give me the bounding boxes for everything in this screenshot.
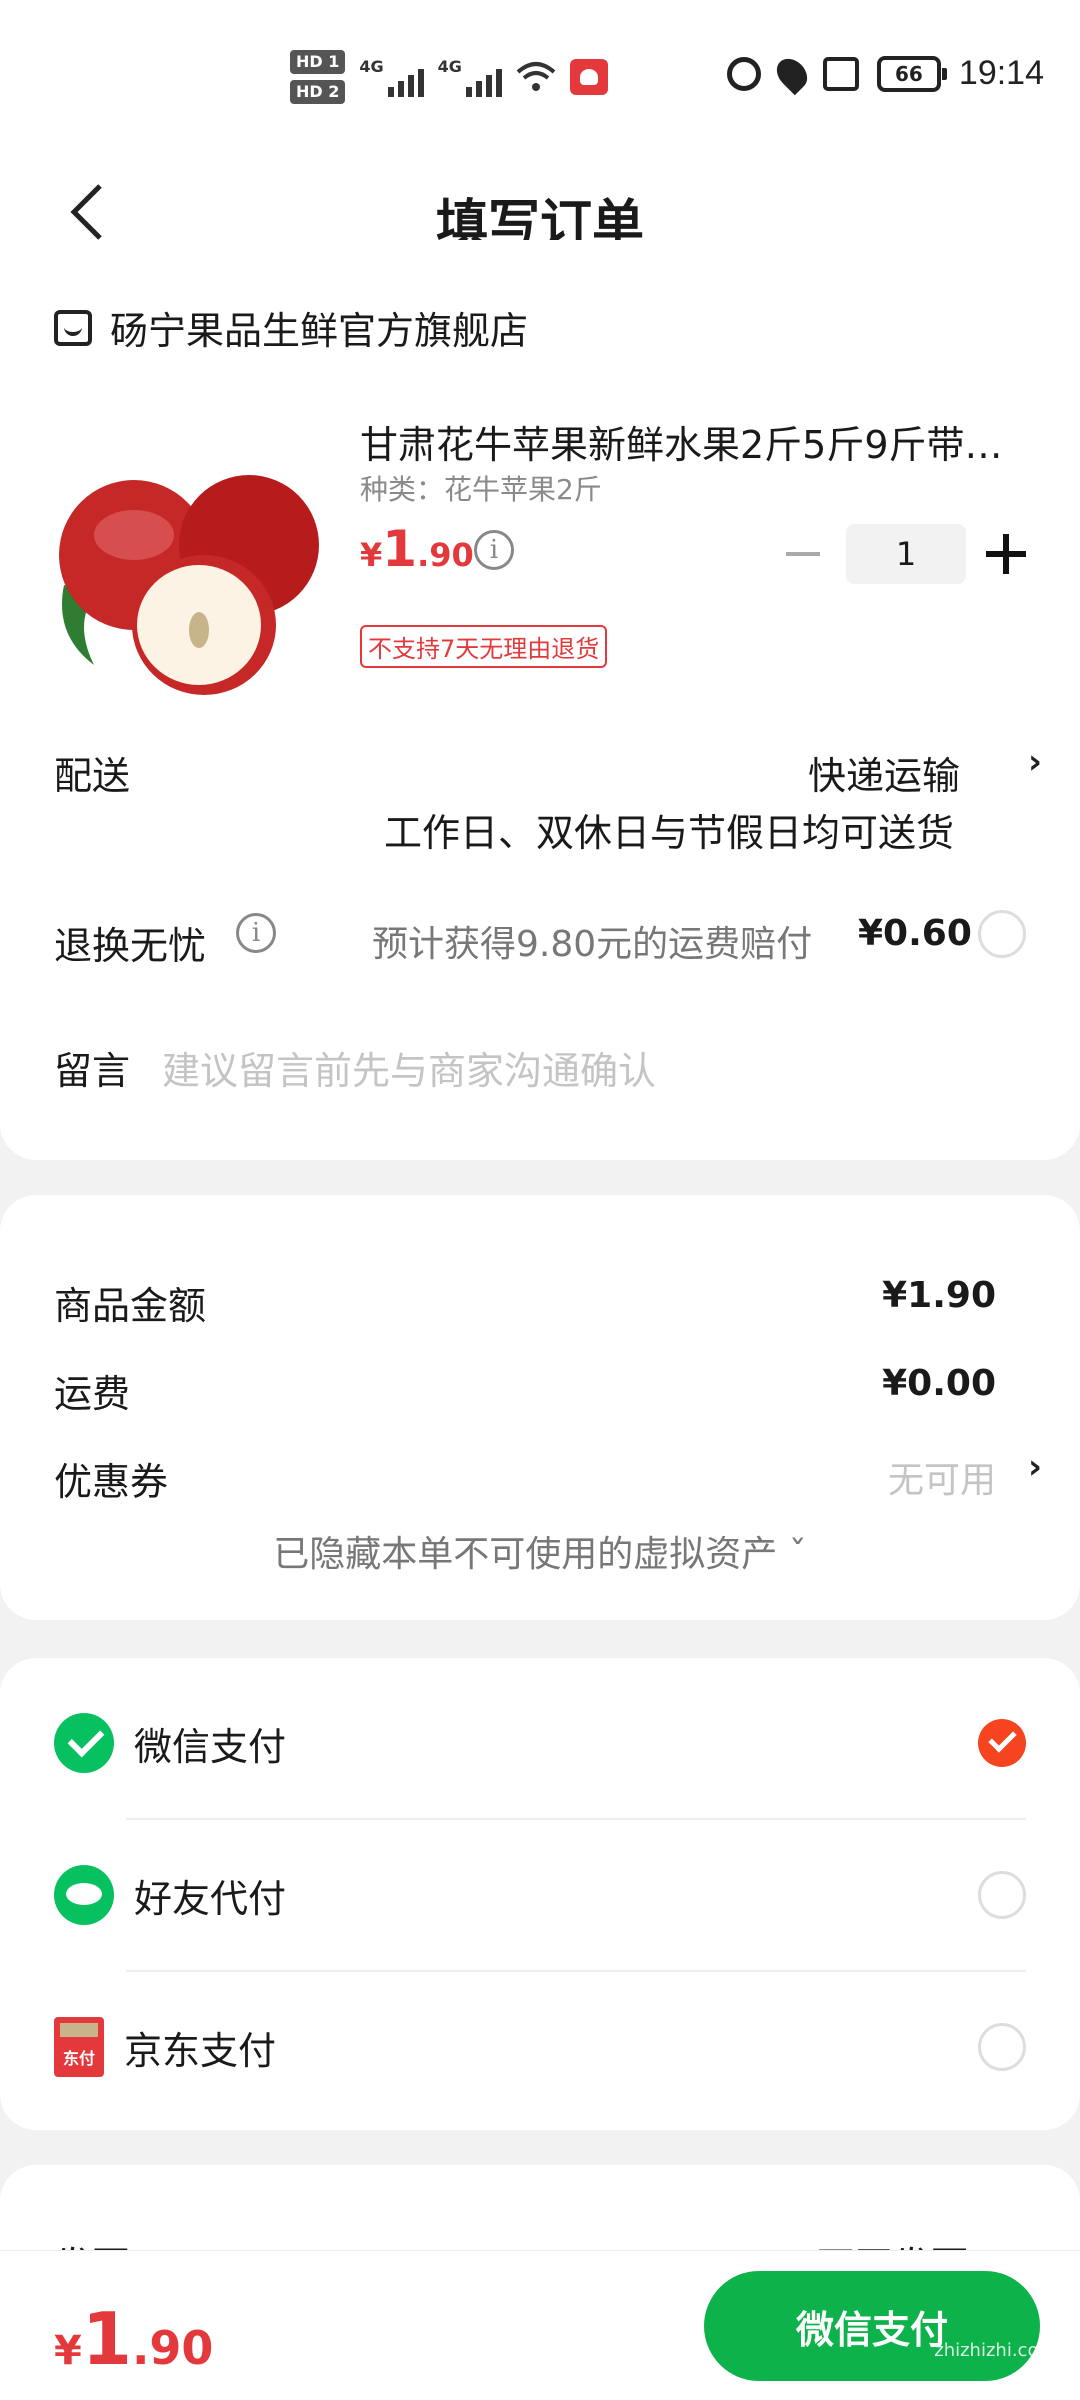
goods-amount-label: 商品金额 <box>54 1284 207 1328</box>
sim-indicators: HD 1 HD 2 <box>290 50 346 104</box>
payment-radio[interactable] <box>978 1871 1026 1919</box>
location-icon <box>770 52 814 95</box>
quantity-increase-button[interactable] <box>986 534 1026 574</box>
delivery-note: 工作日、双休日与节假日均可送货 <box>383 811 954 855</box>
shop-name: 砀宁果品生鲜官方旗舰店 <box>110 309 529 353</box>
fees-card: 商品金额 ¥1.90 运费 ¥0.00 优惠券 无可用 › 已隐藏本单不可使用的… <box>0 1195 1080 1620</box>
shipping-fee-value: ¥0.00 <box>882 1363 996 1404</box>
chevron-right-icon[interactable]: › <box>1028 742 1042 782</box>
signal-icon-2: 4G <box>438 57 502 97</box>
message-label: 留言 <box>54 1049 131 1093</box>
coupon-value[interactable]: 无可用 <box>888 1451 996 1503</box>
status-bar: HD 1 HD 2 4G 4G 66 19:14 <box>0 0 1080 160</box>
product-price: ¥ 1 .90 <box>360 520 474 578</box>
product-image[interactable] <box>54 435 324 705</box>
shop-header[interactable]: 砀宁果品生鲜官方旗舰店 <box>54 300 528 355</box>
goods-amount-value: ¥1.90 <box>882 1275 996 1316</box>
shipping-fee-label: 运费 <box>54 1372 131 1416</box>
delivery-label: 配送 <box>54 754 131 798</box>
status-left: HD 1 HD 2 4G 4G <box>290 50 608 104</box>
bottom-bar: ¥ 1 .90 微信支付 <box>0 2250 1080 2400</box>
total-price: ¥ 1 .90 <box>54 2297 214 2381</box>
quantity-decrease-button[interactable] <box>786 552 820 556</box>
selected-check-icon[interactable] <box>978 1719 1026 1767</box>
hd2-badge: HD 2 <box>290 80 346 104</box>
product-title[interactable]: 甘肃花牛苹果新鲜水果2斤5斤9斤带… <box>360 414 1020 469</box>
return-info-icon[interactable]: i <box>236 913 276 953</box>
vibrate-icon <box>822 56 859 91</box>
wechat-pay-icon <box>54 1713 114 1773</box>
jd-pay-icon: 东付 <box>54 2017 104 2077</box>
shop-icon <box>54 309 92 346</box>
delivery-method[interactable]: 快递运输 <box>808 745 960 800</box>
payment-option-label: 京东支付 <box>124 2028 277 2073</box>
payment-card: 微信支付 好友代付 东付 京东支付 <box>0 1658 1080 2130</box>
chevron-right-icon[interactable]: › <box>1028 1447 1042 1487</box>
watermark: zhizhizhi.com <box>934 2340 1056 2361</box>
quantity-value[interactable]: 1 <box>846 524 966 584</box>
return-description: 预计获得9.80元的运费赔付 <box>372 924 813 965</box>
message-input[interactable]: 建议留言前先与商家沟通确认 <box>162 1040 656 1095</box>
hidden-assets-toggle[interactable]: 已隐藏本单不可使用的虚拟资产 ˇ <box>0 1525 1080 1577</box>
price-info-icon[interactable]: i <box>474 530 514 570</box>
status-right: 66 19:14 <box>726 52 1044 95</box>
payment-option-label: 微信支付 <box>134 1724 287 1769</box>
battery-icon: 66 <box>876 55 947 92</box>
payment-radio[interactable] <box>978 2023 1026 2071</box>
return-label: 退换无忧 <box>54 924 207 968</box>
return-price: ¥0.60 <box>858 913 972 954</box>
payment-option-wechat[interactable]: 微信支付 <box>54 1668 1026 1818</box>
wifi-icon <box>516 62 556 91</box>
jd-app-icon <box>569 59 608 95</box>
alarm-icon <box>726 56 761 91</box>
coupon-label: 优惠券 <box>54 1460 169 1504</box>
return-service-radio[interactable] <box>978 910 1026 958</box>
friend-pay-icon <box>54 1865 114 1925</box>
signal-icon: 4G <box>359 57 424 97</box>
payment-option-friend[interactable]: 好友代付 <box>54 1820 1026 1970</box>
payment-option-label: 好友代付 <box>134 1876 287 1921</box>
wechat-pay-button[interactable]: 微信支付 <box>704 2271 1040 2381</box>
hd1-badge: HD 1 <box>290 50 346 74</box>
order-item-card: 砀宁果品生鲜官方旗舰店 甘肃花牛苹果新鲜水果2斤5斤9斤带… 种类：花牛苹果2斤… <box>0 240 1080 1160</box>
payment-option-jd[interactable]: 东付 京东支付 <box>54 1972 1026 2122</box>
status-time: 19:14 <box>958 54 1044 92</box>
product-spec[interactable]: 种类：花牛苹果2斤 <box>360 468 602 508</box>
return-policy-tag: 不支持7天无理由退货 <box>360 625 608 668</box>
